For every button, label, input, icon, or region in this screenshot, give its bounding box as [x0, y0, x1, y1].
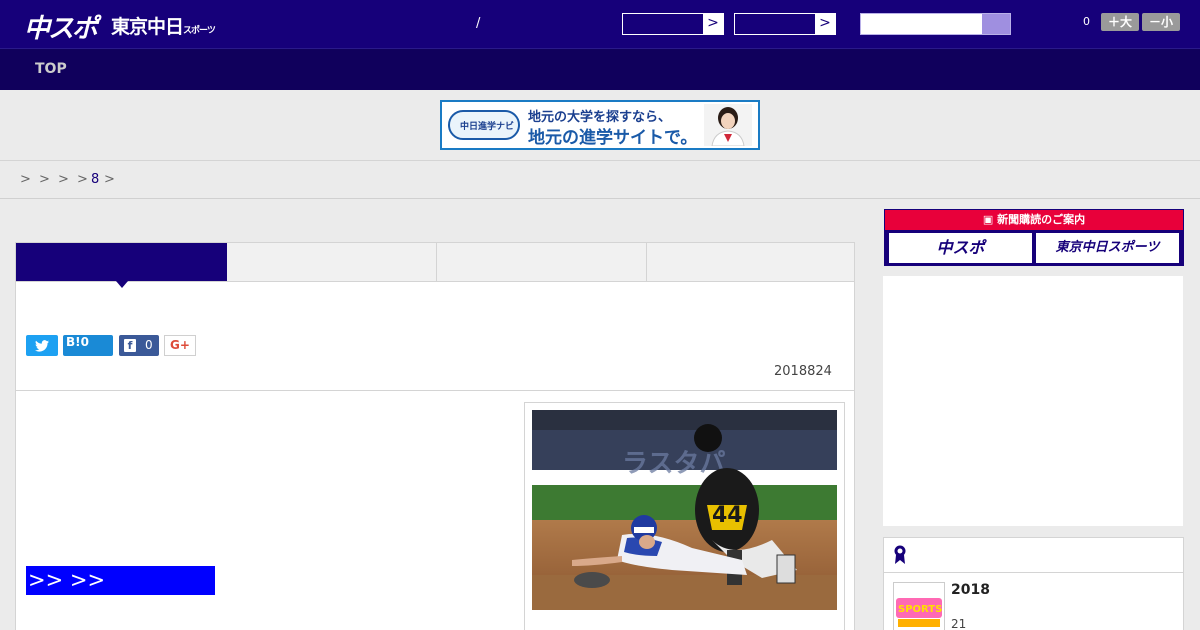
tab-4[interactable] [647, 243, 854, 282]
more-link[interactable]: >> >> [26, 566, 215, 595]
newspaper-icon: ▣ [982, 213, 998, 226]
select-arrow-icon: > [815, 14, 835, 34]
banner-logo-text: 中日進学ナビ [460, 122, 515, 132]
tokyo-chunichi-logo[interactable]: 東京中日スポーツ [111, 12, 216, 39]
breadcrumb-separator: > [104, 172, 115, 187]
breadcrumb-separator: > [20, 172, 31, 187]
article-divider [16, 390, 854, 391]
article-card: B!0 f 0 G+ 2018824 >> >> ラスタパ 44 [15, 242, 855, 630]
banner-bar: 中日進学ナビ 地元の大学を探すなら、 地元の進学サイトで。 [0, 90, 1200, 161]
breadcrumb-separator: > [77, 172, 88, 187]
select-arrow-icon: > [703, 14, 723, 34]
ribbon-icon [894, 545, 906, 564]
header-separator: / [476, 16, 481, 31]
sports-thumbnail-image: SPORTS [894, 583, 944, 630]
facebook-icon: f [124, 339, 136, 352]
search-button[interactable] [982, 14, 1010, 34]
tokyo-chunichi-logo-text: 東京中日 [111, 16, 184, 38]
breadcrumb-separator: > [39, 172, 50, 187]
breadcrumb: > > > > 8 > [0, 161, 1200, 199]
tab-1[interactable] [16, 243, 227, 282]
facebook-count: 0 [145, 338, 153, 352]
nav-item-top[interactable]: TOP [35, 61, 67, 77]
subscription-box: ▣ 新聞購読のご案内 中スポ 東京中日スポーツ [884, 209, 1184, 266]
ranking-header [884, 538, 1183, 573]
hatena-bookmark-button[interactable]: B!0 [63, 335, 113, 356]
site-header: 中スポ 東京中日スポーツ / > > 0 ＋大 －小 [0, 0, 1200, 48]
font-larger-button[interactable]: ＋大 [1101, 13, 1139, 31]
ad-banner[interactable]: 中日進学ナビ 地元の大学を探すなら、 地元の進学サイトで。 [440, 100, 760, 150]
ranking-thumbnail[interactable]: SPORTS [893, 582, 945, 630]
chuspo-logo[interactable]: 中スポ [24, 8, 98, 45]
subscribe-chuspo-button[interactable]: 中スポ [889, 233, 1032, 263]
tab-3[interactable] [437, 243, 647, 282]
subscription-header-text: 新聞購読のご案内 [997, 213, 1086, 226]
ranking-box: SPORTS 2018 21 [883, 537, 1184, 630]
font-smaller-button[interactable]: －小 [1142, 13, 1180, 31]
ranking-item-subtitle: 21 [951, 617, 967, 630]
main-nav: TOP [0, 48, 1200, 90]
category-select-1[interactable]: > [622, 13, 724, 35]
search-input[interactable] [860, 13, 1011, 35]
active-tab-caret [116, 281, 128, 288]
article-date: 2018824 [774, 364, 832, 379]
svg-text:44: 44 [712, 503, 743, 528]
banner-line-2: 地元の進学サイトで。 [528, 128, 698, 148]
svg-text:SPORTS: SPORTS [898, 604, 942, 615]
twitter-icon [35, 340, 49, 352]
article-photo-frame: ラスタパ 44 [524, 402, 845, 630]
google-plus-button[interactable]: G+ [164, 335, 196, 356]
article-photo[interactable]: ラスタパ 44 [532, 410, 837, 610]
subscribe-tokyo-button[interactable]: 東京中日スポーツ [1036, 233, 1179, 263]
font-size-count: 0 [1083, 15, 1090, 28]
ranking-item-title[interactable]: 2018 [951, 582, 990, 598]
category-select-2[interactable]: > [734, 13, 836, 35]
subscription-header: ▣ 新聞購読のご案内 [885, 210, 1183, 230]
breadcrumb-separator: > [58, 172, 69, 187]
banner-person-image [704, 104, 752, 146]
sidebar-ad[interactable] [883, 276, 1183, 526]
breadcrumb-link[interactable]: 8 [91, 172, 99, 187]
facebook-share-button[interactable]: f 0 [119, 335, 159, 356]
banner-logo: 中日進学ナビ [448, 110, 520, 140]
twitter-share-button[interactable] [26, 335, 58, 356]
tokyo-chunichi-logo-small: スポーツ [183, 26, 216, 36]
tab-2[interactable] [227, 243, 437, 282]
